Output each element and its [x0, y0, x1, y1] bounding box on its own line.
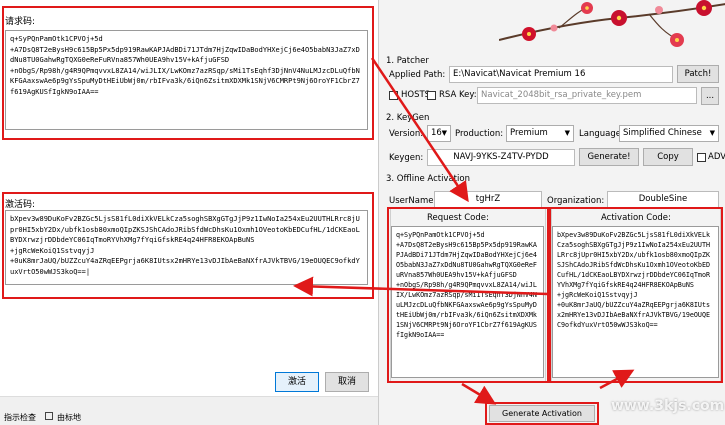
arrow-to-activation-box: [599, 369, 635, 390]
annotation-arrows: [293, 57, 635, 405]
arrow-request-to-keygen: [370, 57, 469, 203]
arrow-to-generate-button: [461, 382, 497, 405]
arrow-activation-to-dialog: [293, 276, 549, 297]
